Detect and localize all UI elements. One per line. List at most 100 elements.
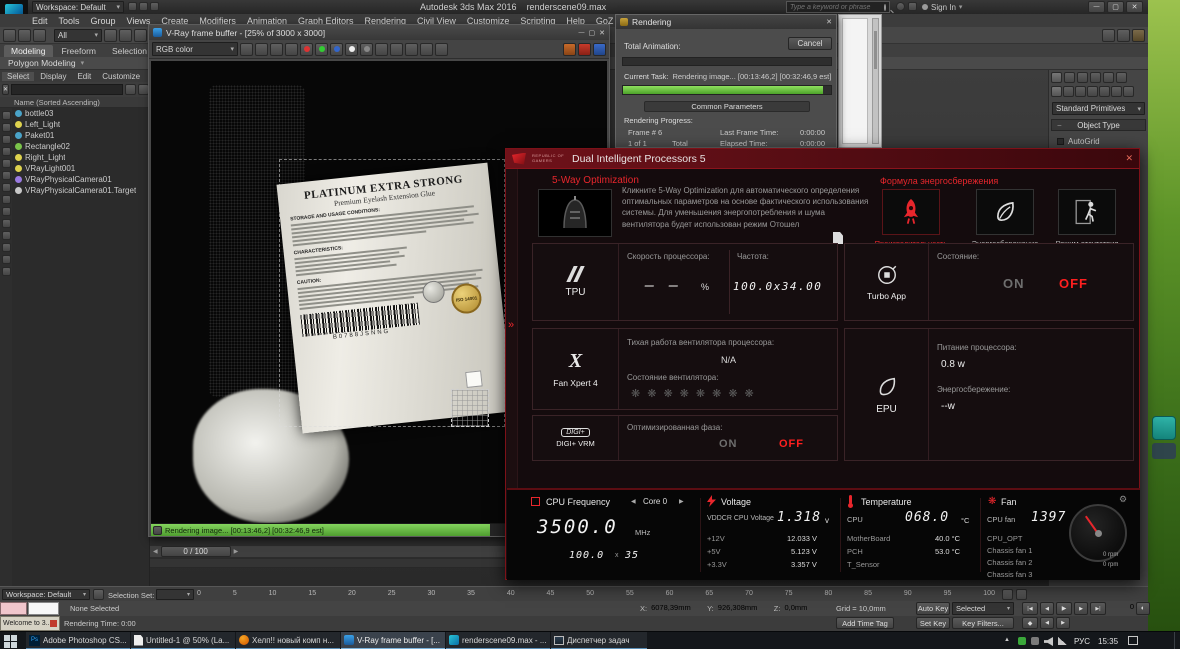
x-coord-field[interactable]: 6078,39mm (651, 603, 703, 614)
track-mouse-icon[interactable] (435, 43, 448, 56)
communication-center-icon[interactable] (896, 2, 905, 11)
list-item[interactable]: bottle03 (12, 108, 149, 119)
vfb-titlebar[interactable]: V-Ray frame buffer - [25% of 3000 x 3000… (149, 25, 609, 40)
previous-frame-button[interactable]: ◀ (1040, 602, 1054, 615)
infocenter-search[interactable] (786, 1, 890, 13)
explorer-search-input[interactable] (11, 84, 123, 95)
force-color-clamping-icon[interactable] (375, 43, 388, 56)
z-coord-field[interactable]: 0,0mm (784, 603, 828, 614)
duplicate-to-host-icon[interactable] (285, 43, 298, 56)
display-shapes-icon[interactable] (2, 135, 11, 144)
next-frame-button[interactable]: ▶ (1074, 602, 1088, 615)
display-geometry-icon[interactable] (2, 123, 11, 132)
redo-icon[interactable] (150, 2, 159, 11)
tab-motion-icon[interactable] (1090, 72, 1101, 83)
cancel-button[interactable]: Cancel (788, 37, 832, 50)
tab-select[interactable]: Select (2, 72, 34, 81)
go-to-end-button[interactable]: ▶| (1090, 602, 1106, 615)
tray-expand-icon[interactable]: ▲ (1004, 637, 1010, 643)
shapes-category-icon[interactable] (1063, 86, 1074, 97)
tab-modify-icon[interactable] (1064, 72, 1075, 83)
open-mini-curve-editor-icon[interactable] (1002, 589, 1013, 600)
core-next-arrow[interactable]: ▶ (679, 498, 684, 505)
explorer-find-icon[interactable] (125, 84, 136, 95)
minimize-button[interactable]: — (1088, 1, 1105, 13)
monochrome-icon[interactable] (360, 43, 373, 56)
taskbar-button-vray-buffer[interactable]: V-Ray frame buffer - [... (341, 632, 445, 649)
maxscript-listener-pane[interactable] (28, 602, 59, 615)
display-groups-icon[interactable] (2, 195, 11, 204)
tab-edit[interactable]: Edit (72, 72, 96, 81)
select-object-icon[interactable] (104, 29, 117, 42)
asus-titlebar[interactable]: REPUBLIC OF GAMERS Dual Intelligent Proc… (506, 149, 1139, 169)
taskbar-button-photoshop[interactable]: Ps Adobe Photoshop CS... (26, 632, 130, 649)
tab-display-icon[interactable] (1103, 72, 1114, 83)
common-parameters-header[interactable]: Common Parameters (644, 101, 810, 112)
save-file-icon[interactable] (128, 2, 137, 11)
list-item[interactable]: Right_Light (12, 152, 149, 163)
desktop-widget[interactable] (1152, 416, 1176, 440)
show-desktop-button[interactable] (1174, 632, 1179, 649)
geometry-category-icon[interactable] (1051, 86, 1062, 97)
display-xrefs-icon[interactable] (2, 207, 11, 216)
green-channel-icon[interactable] (315, 43, 328, 56)
display-hidden-icon[interactable] (2, 267, 11, 276)
tab-customize[interactable]: Customize (97, 72, 145, 81)
isolate-selection-icon[interactable] (93, 589, 104, 600)
y-coord-field[interactable]: 926,308mm (718, 603, 770, 614)
epu-tile[interactable]: EPU (845, 329, 929, 460)
list-item[interactable]: VRayPhysicalCamera01.Target (12, 185, 149, 196)
red-channel-icon[interactable] (300, 43, 313, 56)
load-image-icon[interactable] (255, 43, 268, 56)
display-frozen-icon[interactable] (2, 255, 11, 264)
display-lights-icon[interactable] (2, 147, 11, 156)
display-none-icon[interactable] (2, 111, 11, 120)
mode-tile-energy-saving[interactable] (976, 189, 1034, 235)
object-type-rollout[interactable]: − Object Type (1051, 119, 1146, 131)
view-clamped-colors-icon[interactable] (390, 43, 403, 56)
vfb-minimize-button[interactable]: — (579, 30, 585, 36)
start-button[interactable] (4, 635, 17, 648)
list-item[interactable]: VRayLight001 (12, 163, 149, 174)
render-production-icon[interactable] (1132, 29, 1145, 42)
key-mode-toggle-button[interactable]: ◆ (1022, 617, 1038, 629)
taskbar-button-task-manager[interactable]: Диспетчер задач (551, 632, 647, 649)
taskbar-button-3dsmax[interactable]: renderscene09.max - ... (446, 632, 550, 649)
desktop-widget-secondary[interactable] (1152, 443, 1176, 459)
menu-edit[interactable]: Edit (32, 16, 48, 26)
selected-filter-dropdown[interactable]: Selected ▾ (952, 602, 1014, 615)
stop-render-icon[interactable] (563, 43, 576, 56)
dialog-titlebar[interactable]: Rendering ✕ (616, 15, 836, 29)
search-icon[interactable] (884, 4, 886, 11)
workspace-selector-bottom[interactable]: Workspace: Default ▾ (2, 589, 90, 600)
digi-vrm-tile[interactable]: DIGI+ DIGI+ VRM (533, 416, 619, 460)
close-icon[interactable] (50, 620, 57, 627)
sign-in-button[interactable]: Sign In ▾ (922, 1, 962, 13)
next-key-button[interactable]: ▶ (1056, 617, 1070, 629)
undo-icon[interactable] (139, 2, 148, 11)
tab-freeform[interactable]: Freeform (55, 45, 103, 57)
region-render-icon[interactable] (420, 43, 433, 56)
show-selection-range-icon[interactable] (1016, 589, 1027, 600)
cameras-category-icon[interactable] (1087, 86, 1098, 97)
tray-volume-icon[interactable] (1044, 637, 1053, 646)
workspace-selector[interactable]: Workspace: Default ▾ (32, 1, 124, 13)
select-and-link-icon[interactable] (3, 29, 16, 42)
space-warps-category-icon[interactable] (1111, 86, 1122, 97)
render-setup-scrollbar[interactable] (872, 18, 879, 144)
slider-left-arrow[interactable]: ◀ (150, 548, 161, 555)
display-bones-icon[interactable] (2, 231, 11, 240)
selection-set-dropdown[interactable]: ▾ (156, 589, 194, 600)
bind-to-space-warp-icon[interactable] (33, 29, 46, 42)
render-setup-icon[interactable] (1102, 29, 1115, 42)
asus-close-button[interactable]: ✕ (1125, 153, 1133, 164)
clear-image-icon[interactable] (270, 43, 283, 56)
five-way-tile[interactable] (538, 189, 612, 237)
display-containers-icon[interactable] (2, 243, 11, 252)
tab-utilities-icon[interactable] (1116, 72, 1127, 83)
tray-gpu-icon[interactable] (1031, 637, 1039, 645)
current-frame-field[interactable]: 0 (1108, 602, 1134, 615)
time-configuration-button[interactable]: ◐ (1136, 602, 1150, 615)
lights-category-icon[interactable] (1075, 86, 1086, 97)
list-item[interactable]: Rectangle02 (12, 141, 149, 152)
